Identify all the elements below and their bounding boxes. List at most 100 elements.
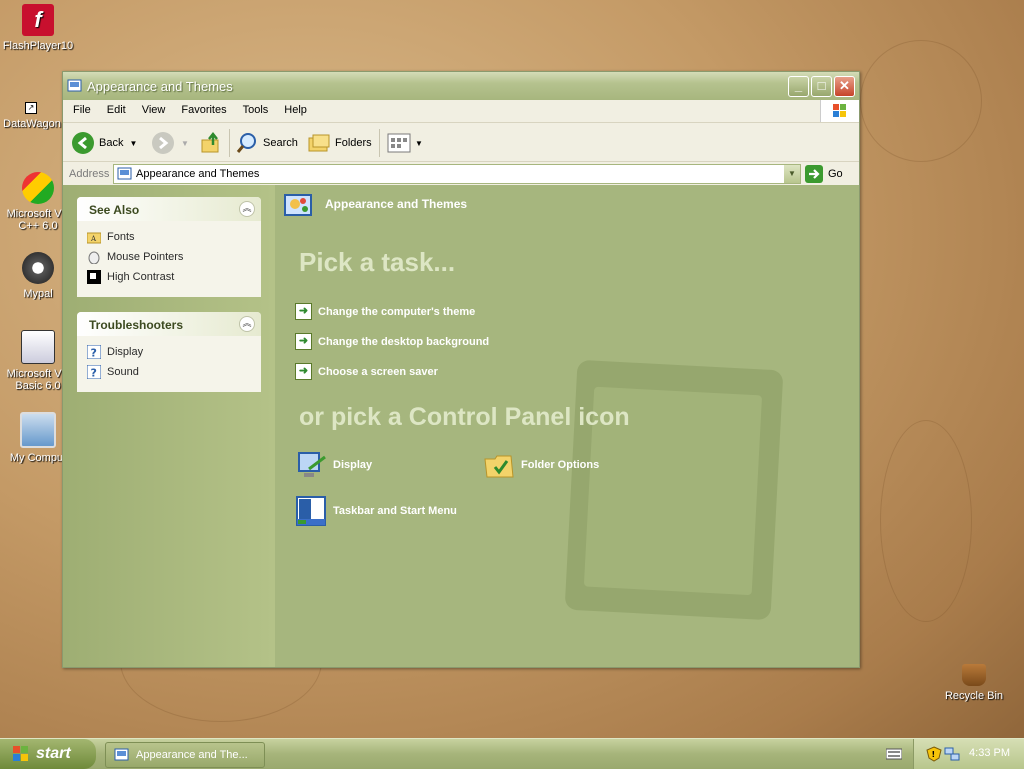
minimize-button[interactable]: _ <box>788 76 809 97</box>
system-tray: ! 4:33 PM <box>913 739 1024 769</box>
task-pane: See Also ︽ A Fonts Mouse Pointers High C… <box>63 185 275 667</box>
maximize-button[interactable]: □ <box>811 76 832 97</box>
collapse-icon[interactable]: ︽ <box>239 316 255 332</box>
fonts-folder-icon: A <box>87 232 101 244</box>
start-button[interactable]: start <box>0 739 96 769</box>
search-label: Search <box>263 137 298 149</box>
control-panel-icon <box>67 79 82 92</box>
shortcut-arrow-icon: ↗ <box>25 102 37 114</box>
menu-tools[interactable]: Tools <box>233 100 275 116</box>
title-bar[interactable]: Appearance and Themes _ □ ✕ <box>63 72 859 100</box>
menu-view[interactable]: View <box>132 100 172 116</box>
see-also-fonts[interactable]: A Fonts <box>87 227 251 247</box>
menu-edit[interactable]: Edit <box>97 100 132 116</box>
forward-arrow-icon <box>152 132 174 154</box>
desktop-icon-recycle-bin[interactable]: Recycle Bin <box>936 664 1012 702</box>
forward-dropdown-icon: ▼ <box>181 138 189 148</box>
back-button[interactable]: Back ▼ <box>71 131 137 155</box>
see-also-high-contrast[interactable]: High Contrast <box>87 267 251 287</box>
desktop-icon-label: DataWagon <box>3 118 61 130</box>
windows-flag-icon <box>13 746 28 761</box>
task-arrow-icon: ➜ <box>295 363 312 380</box>
task-label: Change the computer's theme <box>318 305 476 318</box>
toolbar: Back ▼ ▼ Search Folders ▼ <box>63 123 859 162</box>
search-button[interactable]: Search <box>235 131 298 155</box>
security-shield-icon[interactable]: ! <box>926 746 942 762</box>
cp-icon-folder-options[interactable]: Folder Options <box>483 449 599 481</box>
cp-icon-display[interactable]: Display <box>295 449 372 481</box>
see-also-fonts-label: Fonts <box>107 231 135 243</box>
wallpaper-sketch <box>860 40 982 162</box>
taskbar-item-appearance-themes[interactable]: Appearance and The... <box>105 742 265 768</box>
see-also-mouse-label: Mouse Pointers <box>107 251 184 263</box>
minimize-icon: _ <box>794 78 803 93</box>
my-computer-icon <box>20 412 56 448</box>
troubleshooters-title: Troubleshooters <box>89 318 184 332</box>
visual-basic-icon <box>21 330 55 364</box>
views-button[interactable]: ▼ <box>387 131 423 155</box>
task-change-theme[interactable]: ➜ Change the computer's theme <box>295 303 475 320</box>
svg-text:?: ? <box>91 367 97 380</box>
cp-icon-taskbar-start-menu[interactable]: Taskbar and Start Menu <box>295 495 457 527</box>
troubleshooter-display[interactable]: ? Display <box>87 342 251 362</box>
menu-file[interactable]: File <box>63 100 97 116</box>
control-panel-icon <box>117 167 132 180</box>
category-pane: Appearance and Themes Pick a task... ➜ C… <box>275 185 859 667</box>
close-button[interactable]: ✕ <box>834 76 855 97</box>
flash-player-icon: f <box>22 4 54 36</box>
see-also-header[interactable]: See Also ︽ <box>77 197 261 221</box>
close-icon: ✕ <box>839 78 850 93</box>
menu-favorites[interactable]: Favorites <box>171 100 232 116</box>
windows-logo-icon <box>820 100 859 122</box>
help-icon: ? <box>87 365 101 379</box>
back-dropdown-icon[interactable]: ▼ <box>129 139 137 148</box>
desktop-icon-datawagon[interactable]: ↗ DataWagon <box>0 100 70 130</box>
folder-options-icon <box>484 455 514 478</box>
mypal-icon <box>22 252 54 284</box>
back-label: Back <box>99 137 124 149</box>
go-label: Go <box>828 168 843 180</box>
forward-button[interactable]: ▼ <box>151 131 189 155</box>
collapse-icon[interactable]: ︽ <box>239 201 255 217</box>
see-also-contrast-label: High Contrast <box>107 271 175 283</box>
recycle-bin-icon <box>962 664 986 686</box>
desktop-icon-flashplayer[interactable]: f FlashPlayer10 <box>0 4 76 52</box>
clock[interactable]: 4:33 PM <box>969 747 1010 759</box>
folders-button[interactable]: Folders <box>307 131 372 155</box>
network-icon[interactable] <box>944 746 960 762</box>
see-also-mouse-pointers[interactable]: Mouse Pointers <box>87 247 251 267</box>
menu-help[interactable]: Help <box>274 100 313 116</box>
go-button[interactable]: Go <box>805 165 843 183</box>
visual-cpp-icon <box>22 172 54 204</box>
watermark-checkmark-icon <box>564 359 784 621</box>
cp-icon-label: Folder Options <box>521 459 600 471</box>
folders-icon <box>308 134 330 152</box>
task-screen-saver[interactable]: ➜ Choose a screen saver <box>295 363 438 380</box>
troubleshooter-display-label: Display <box>107 346 144 358</box>
svg-text:A: A <box>90 235 97 243</box>
taskbar: start Appearance and The... ! 4:33 PM <box>0 738 1024 769</box>
views-icon <box>387 133 411 153</box>
svg-text:?: ? <box>91 347 97 360</box>
keyboard-icon[interactable] <box>886 747 902 761</box>
address-label: Address <box>69 168 110 180</box>
troubleshooter-sound[interactable]: ? Sound <box>87 362 251 382</box>
see-also-panel: See Also ︽ A Fonts Mouse Pointers High C… <box>77 197 261 297</box>
address-dropdown-button[interactable]: ▼ <box>784 165 800 183</box>
start-label: start <box>36 745 71 762</box>
see-also-title: See Also <box>89 203 140 217</box>
up-folder-button[interactable] <box>199 131 223 155</box>
troubleshooters-header[interactable]: Troubleshooters ︽ <box>77 312 261 336</box>
taskbar-icon <box>296 496 326 526</box>
task-label: Choose a screen saver <box>318 365 438 378</box>
up-folder-icon <box>201 131 219 153</box>
window-title: Appearance and Themes <box>87 79 233 94</box>
views-dropdown-icon[interactable]: ▼ <box>415 139 423 148</box>
task-change-background[interactable]: ➜ Change the desktop background <box>295 333 489 350</box>
desktop-icon-label: Recycle Bin <box>944 690 1004 702</box>
task-arrow-icon: ➜ <box>295 333 312 350</box>
address-value: Appearance and Themes <box>136 168 260 180</box>
toolbar-separator <box>229 129 230 157</box>
address-field[interactable]: Appearance and Themes ▼ <box>113 164 801 184</box>
display-icon <box>298 452 326 477</box>
